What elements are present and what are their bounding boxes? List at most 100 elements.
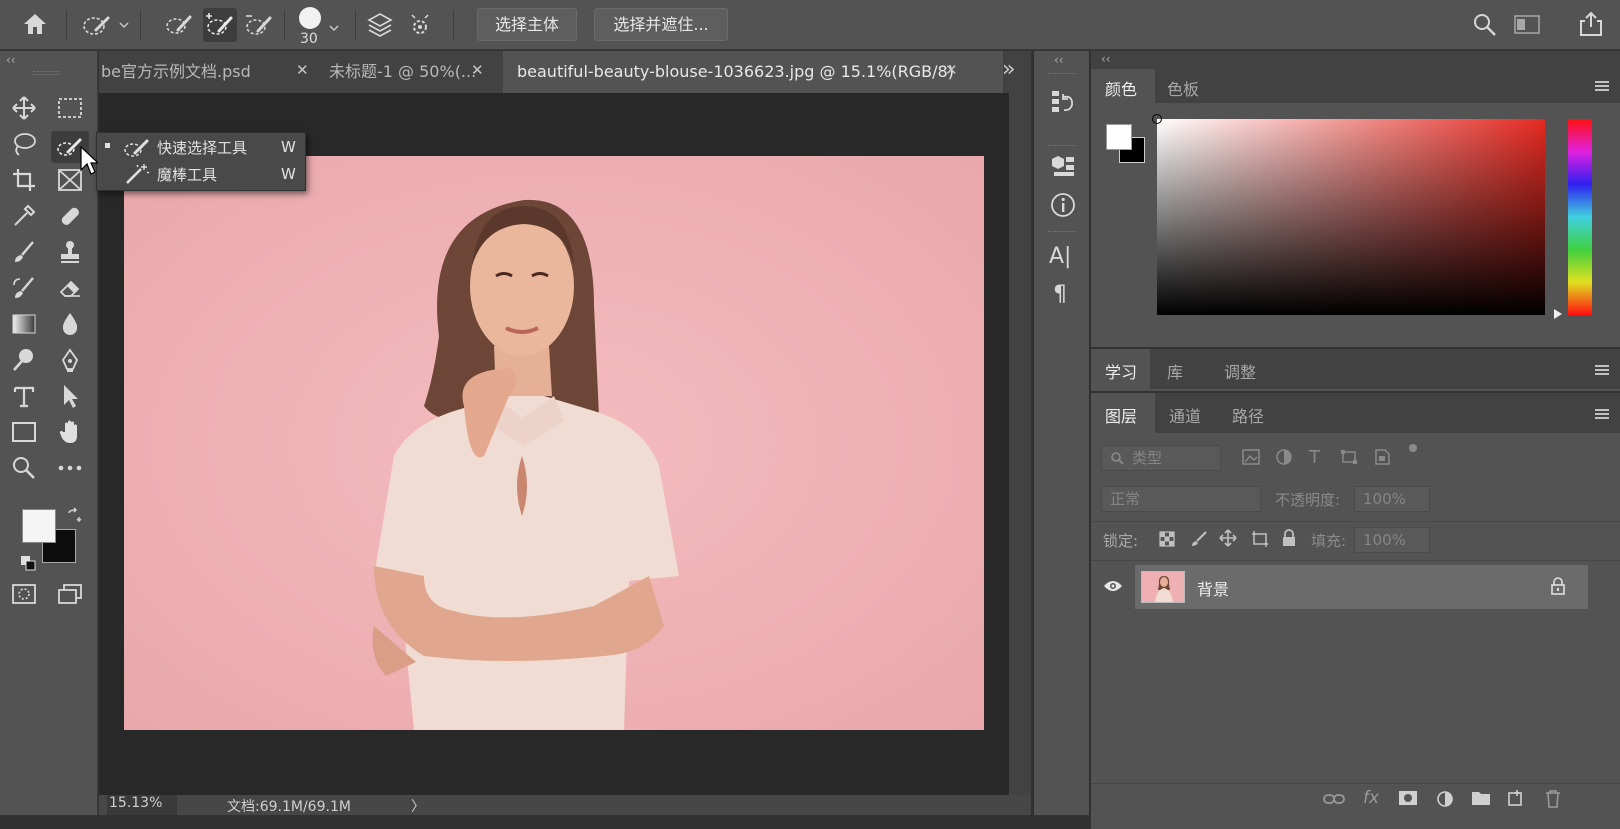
menu-item-magic-wand[interactable]: 魔棒工具 W bbox=[97, 162, 305, 189]
lasso-tool-icon[interactable] bbox=[7, 129, 41, 159]
screen-mode-icon[interactable] bbox=[53, 579, 87, 609]
default-colors-icon[interactable] bbox=[20, 555, 36, 571]
tab-active-document[interactable]: beautiful-beauty-blouse-1036623.jpg @ 15… bbox=[503, 51, 1003, 93]
healing-brush-tool-icon[interactable] bbox=[53, 201, 87, 231]
status-menu-arrow[interactable]: 〉 bbox=[411, 796, 425, 816]
color-picker-handle[interactable] bbox=[1152, 114, 1162, 124]
filter-smart-object-icon[interactable] bbox=[1373, 448, 1391, 466]
eye-icon bbox=[1104, 581, 1122, 591]
eraser-tool-icon[interactable] bbox=[53, 273, 87, 303]
document-image[interactable] bbox=[124, 156, 984, 730]
gradient-tool-icon[interactable] bbox=[7, 309, 41, 339]
blur-tool-icon[interactable] bbox=[53, 309, 87, 339]
tab-learn[interactable]: 学习 bbox=[1105, 359, 1137, 383]
select-subject-button[interactable]: 选择主体 bbox=[477, 8, 577, 41]
hue-slider[interactable] bbox=[1568, 119, 1592, 315]
hand-tool-icon[interactable] bbox=[53, 417, 87, 447]
subtract-from-selection-icon[interactable] bbox=[244, 12, 274, 38]
add-to-selection-icon[interactable] bbox=[203, 8, 237, 42]
home-icon[interactable] bbox=[22, 12, 48, 36]
paragraph-panel-icon[interactable]: ¶ bbox=[1053, 282, 1067, 307]
filter-adjustment-icon[interactable] bbox=[1275, 448, 1293, 466]
layer-filter-kind[interactable]: 类型 bbox=[1101, 445, 1221, 471]
layer-style-icon[interactable]: fx bbox=[1363, 788, 1379, 808]
filter-shape-icon[interactable] bbox=[1340, 449, 1358, 465]
tab-layers[interactable]: 图层 bbox=[1105, 403, 1137, 427]
blend-mode-select[interactable]: 正常 bbox=[1101, 486, 1261, 512]
workspace-icon[interactable] bbox=[1514, 14, 1542, 36]
crop-tool-icon[interactable] bbox=[7, 165, 41, 195]
tool-preset-picker[interactable] bbox=[80, 12, 132, 38]
layer-row[interactable]: 背景 bbox=[1135, 565, 1588, 609]
tab-untitled[interactable]: 未标题-1 @ 50%(... bbox=[317, 51, 477, 93]
lock-position-icon[interactable] bbox=[1219, 529, 1237, 547]
share-icon[interactable] bbox=[1577, 10, 1605, 38]
tabs-overflow-icon[interactable]: » bbox=[1002, 57, 1015, 82]
sample-all-layers-icon[interactable] bbox=[366, 11, 394, 39]
type-tool-icon[interactable] bbox=[7, 381, 41, 411]
lock-transparent-icon[interactable] bbox=[1159, 531, 1175, 547]
lock-all-icon[interactable] bbox=[1281, 529, 1297, 547]
vertical-scrollbar[interactable] bbox=[1009, 93, 1031, 795]
fill-input[interactable]: 100% bbox=[1354, 527, 1430, 553]
swap-colors-icon[interactable] bbox=[66, 507, 82, 523]
layer-visibility-toggle[interactable] bbox=[1091, 565, 1135, 609]
lock-pixels-icon[interactable] bbox=[1190, 530, 1208, 548]
panel-menu-icon[interactable] bbox=[1595, 409, 1609, 419]
tab-color[interactable]: 颜色 bbox=[1105, 76, 1137, 100]
zoom-level-field[interactable]: 15.13% bbox=[107, 795, 177, 815]
search-icon[interactable] bbox=[1472, 12, 1498, 38]
history-panel-icon[interactable] bbox=[1051, 89, 1075, 115]
quick-mask-icon[interactable] bbox=[7, 579, 41, 609]
toolbar-grip[interactable] bbox=[33, 71, 59, 75]
tab-channels[interactable]: 通道 bbox=[1169, 403, 1201, 427]
brush-tool-icon[interactable] bbox=[7, 237, 41, 267]
zoom-tool-icon[interactable] bbox=[7, 453, 41, 483]
adjustment-layer-icon[interactable] bbox=[1435, 789, 1455, 809]
character-panel-icon[interactable]: A| bbox=[1049, 244, 1071, 269]
select-and-mask-button[interactable]: 选择并遮住... bbox=[594, 8, 728, 41]
dodge-tool-icon[interactable] bbox=[7, 345, 41, 375]
panel-menu-icon[interactable] bbox=[1595, 365, 1609, 375]
tab-adjustments[interactable]: 调整 bbox=[1224, 359, 1256, 383]
eyedropper-tool-icon[interactable] bbox=[7, 201, 41, 231]
mouse-cursor-icon bbox=[80, 146, 98, 176]
filter-toggle-icon[interactable] bbox=[1409, 444, 1417, 452]
tab-psd[interactable]: be官方示例文档.psd bbox=[101, 51, 291, 93]
panel-menu-icon[interactable] bbox=[1595, 81, 1609, 91]
add-mask-icon[interactable] bbox=[1398, 790, 1418, 806]
layer-lock-icon[interactable] bbox=[1550, 577, 1566, 595]
opacity-input[interactable]: 100% bbox=[1354, 486, 1430, 512]
path-selection-tool-icon[interactable] bbox=[53, 381, 87, 411]
filter-pixel-icon[interactable] bbox=[1242, 449, 1260, 465]
collapse-panels-icon[interactable]: ‹‹ bbox=[1101, 52, 1111, 66]
info-panel-icon[interactable] bbox=[1050, 192, 1076, 218]
lock-artboard-icon[interactable] bbox=[1251, 530, 1269, 548]
collapse-toolbar-icon[interactable]: ‹‹ bbox=[6, 53, 16, 67]
tab-swatches[interactable]: 色板 bbox=[1167, 76, 1199, 100]
new-group-icon[interactable] bbox=[1471, 790, 1491, 806]
auto-enhance-icon[interactable] bbox=[406, 11, 434, 39]
close-tab-icon[interactable]: ✕ bbox=[945, 61, 958, 79]
expand-dock-icon[interactable]: ‹‹ bbox=[1054, 53, 1064, 67]
filter-type-icon[interactable]: T bbox=[1309, 447, 1320, 468]
hue-slider-handle[interactable] bbox=[1554, 309, 1562, 319]
clone-stamp-tool-icon[interactable] bbox=[53, 237, 87, 267]
color-spectrum-field[interactable] bbox=[1152, 114, 1545, 315]
link-layers-icon[interactable] bbox=[1323, 792, 1345, 806]
pen-tool-icon[interactable] bbox=[53, 345, 87, 375]
tab-libraries[interactable]: 库 bbox=[1167, 359, 1183, 383]
new-layer-icon[interactable] bbox=[1507, 789, 1525, 807]
rectangle-tool-icon[interactable] bbox=[7, 417, 41, 447]
close-tab-icon[interactable]: ✕ bbox=[471, 61, 484, 79]
marquee-tool-icon[interactable] bbox=[53, 93, 87, 123]
menu-item-quick-selection[interactable]: 快速选择工具 W bbox=[97, 135, 305, 162]
close-tab-icon[interactable]: ✕ bbox=[296, 61, 309, 79]
3d-panel-icon[interactable] bbox=[1050, 154, 1076, 178]
edit-toolbar-icon[interactable] bbox=[53, 453, 87, 483]
tab-paths[interactable]: 路径 bbox=[1232, 403, 1264, 427]
new-selection-icon[interactable] bbox=[164, 12, 194, 38]
delete-layer-icon[interactable] bbox=[1544, 789, 1562, 809]
move-tool-icon[interactable] bbox=[7, 93, 41, 123]
history-brush-tool-icon[interactable] bbox=[7, 273, 41, 303]
